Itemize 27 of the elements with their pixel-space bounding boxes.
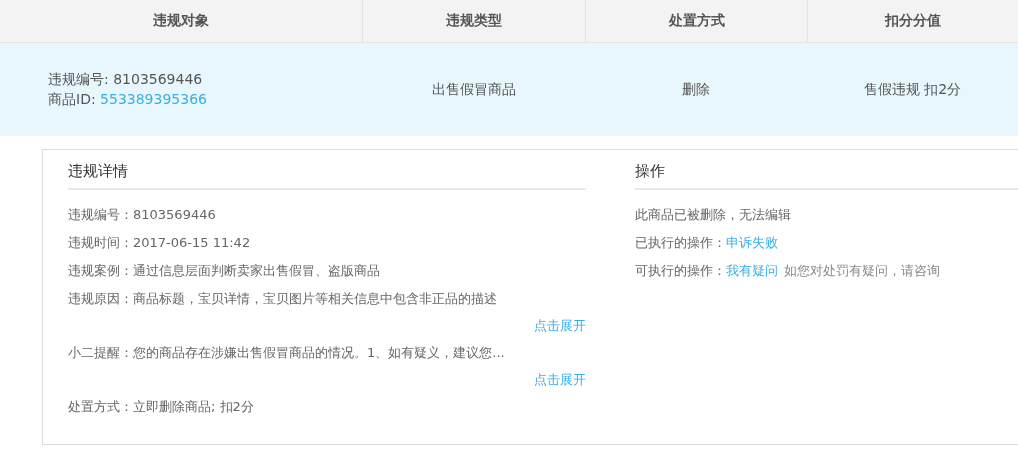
violation-type: 出售假冒商品 <box>430 79 517 99</box>
section-title: 违规详情 <box>68 162 586 190</box>
column-header: 违规对象 <box>152 11 210 30</box>
column-header: 处置方式 <box>585 0 807 42</box>
id-link[interactable]: 553389395366 <box>100 90 207 107</box>
column-header: 扣分分值 <box>807 0 1018 42</box>
deduction-points: 售假违规 扣2分 <box>862 79 963 99</box>
status-note: 此商品已被删除，无法编辑 <box>635 206 792 224</box>
detail-line: 违规案例：通过信息层面判断卖家出售假冒、盗版商品 <box>68 262 381 280</box>
appeal-status-link[interactable]: 申诉失败 <box>726 235 778 250</box>
disposal-method: 删除 <box>681 79 711 99</box>
field-label: 商品ID: <box>48 90 97 107</box>
detail-line: 违规原因：商品标题，宝贝详情，宝贝图片等相关信息中包含非正品的描述 <box>68 290 498 308</box>
expand-link[interactable]: 点击展开 <box>534 372 586 387</box>
detail-line: 违规时间：2017-06-15 11:42 <box>68 234 252 252</box>
hint-text: 如您对处罚有疑问，请咨询 <box>784 263 940 278</box>
expand-link[interactable]: 点击展开 <box>534 318 586 333</box>
inquiry-link[interactable]: 我有疑问 <box>726 263 778 278</box>
field-label: 已执行的操作： <box>635 235 726 250</box>
field-value: 8103569446 <box>113 70 203 87</box>
detail-line: 处置方式：立即删除商品; 扣2分 <box>68 398 255 416</box>
column-header: 违规类型 <box>362 0 585 42</box>
section-title: 操作 <box>635 162 1018 190</box>
detail-line: 小二提醒：您的商品存在涉嫌出售假冒商品的情况。1、如有疑义，建议您... <box>68 344 506 362</box>
field-label: 可执行的操作： <box>635 263 726 278</box>
field-label: 违规编号: <box>48 70 110 87</box>
detail-line: 违规编号：8103569446 <box>68 206 217 224</box>
